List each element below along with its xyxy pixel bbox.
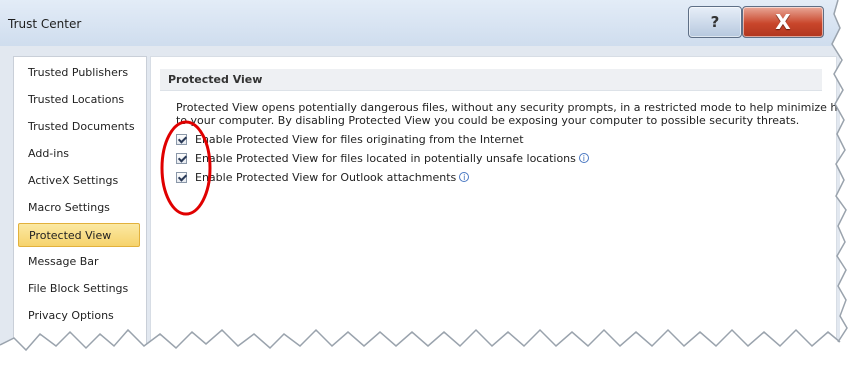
section-title: Protected View [160, 69, 822, 91]
protected-view-description: Protected View opens potentially dangero… [176, 101, 855, 127]
sidebar-item-add-ins[interactable]: Add-ins [18, 142, 140, 166]
sidebar-item-file-block-settings[interactable]: File Block Settings [18, 277, 140, 301]
internet-files-checkbox[interactable] [176, 133, 187, 145]
outlook-attachments-label: Enable Protected View for Outlook attach… [195, 170, 457, 184]
main-panel: Protected View Protected View opens pote… [150, 56, 855, 358]
sidebar-item-trusted-documents[interactable]: Trusted Documents [18, 115, 140, 139]
description-line-2: to your computer. By disabling Protected… [176, 114, 800, 127]
sidebar-item-protected-view[interactable]: Protected View [18, 223, 140, 247]
window-title: Trust Center [8, 17, 82, 31]
sidebar-nav: Trusted Publishers Trusted Locations Tru… [13, 56, 147, 358]
help-button[interactable]: ? [688, 6, 742, 38]
description-line-1: Protected View opens potentially dangero… [176, 101, 855, 114]
trust-center-dialog: Trust Center ? X Trusted Publishers Trus… [0, 0, 855, 368]
option-outlook-attachments[interactable]: Enable Protected View for Outlook attach… [176, 169, 470, 185]
option-internet-files[interactable]: Enable Protected View for files originat… [176, 131, 524, 147]
sidebar-item-trusted-publishers[interactable]: Trusted Publishers [18, 61, 140, 85]
screenshot-stage: Trust Center ? X Trusted Publishers Trus… [0, 0, 855, 368]
internet-files-label: Enable Protected View for files originat… [195, 132, 524, 146]
option-unsafe-locations[interactable]: Enable Protected View for files located … [176, 150, 589, 166]
unsafe-locations-label: Enable Protected View for files located … [195, 151, 576, 165]
sidebar-item-macro-settings[interactable]: Macro Settings [18, 196, 140, 220]
unsafe-locations-checkbox[interactable] [176, 152, 187, 164]
title-bar: Trust Center ? X [0, 0, 840, 46]
sidebar-item-activex-settings[interactable]: ActiveX Settings [18, 169, 140, 193]
help-icon: ? [710, 13, 720, 31]
close-icon: X [775, 10, 791, 34]
sidebar-item-message-bar[interactable]: Message Bar [18, 250, 140, 274]
outlook-attachments-checkbox[interactable] [176, 171, 187, 183]
info-icon[interactable]: i [459, 172, 470, 182]
sidebar-item-trusted-locations[interactable]: Trusted Locations [18, 88, 140, 112]
close-button[interactable]: X [742, 6, 824, 38]
info-icon[interactable]: i [578, 153, 589, 163]
sidebar-item-privacy-options[interactable]: Privacy Options [18, 304, 140, 328]
